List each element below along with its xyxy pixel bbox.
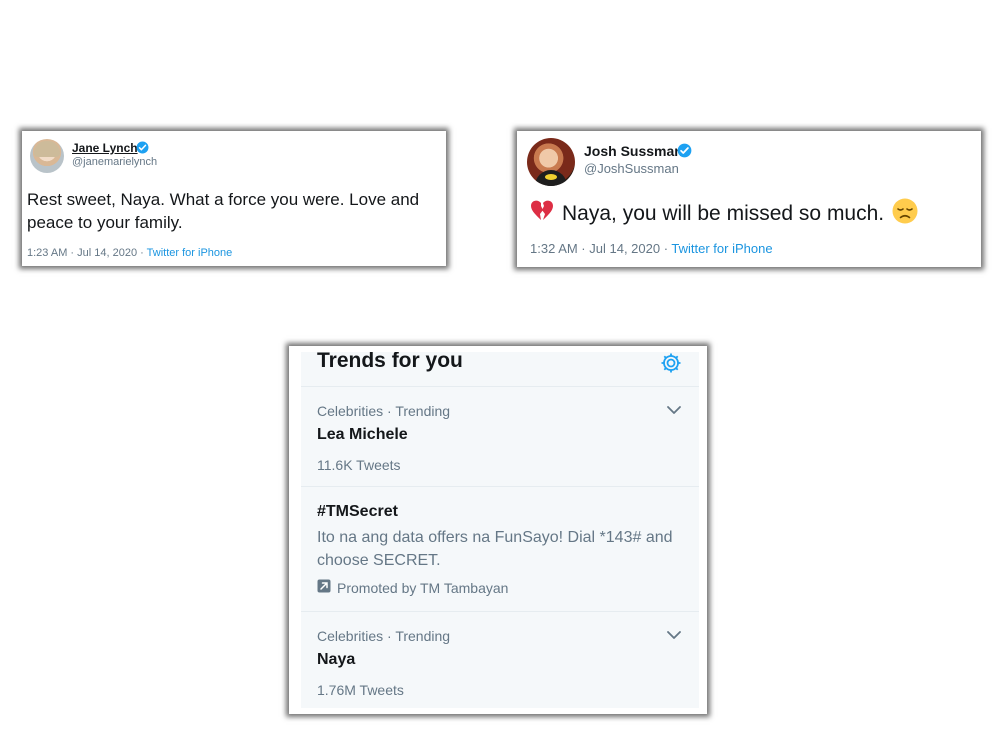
tweet-card-josh-sussman[interactable]: Josh Sussman @JoshSussman Naya, you will…: [517, 131, 981, 267]
verified-badge-icon: [677, 143, 692, 163]
author-name[interactable]: Jane Lynch: [72, 141, 138, 155]
tweet-card-jane-lynch[interactable]: Jane Lynch @janemarielynch Rest sweet, N…: [22, 131, 446, 266]
chevron-down-icon[interactable]: [666, 403, 682, 421]
disappointed-face-icon: [892, 198, 918, 229]
trend-count: 11.6K Tweets: [317, 457, 401, 473]
trend-count: 1.76M Tweets: [317, 682, 404, 698]
author-handle[interactable]: @JoshSussman: [584, 161, 679, 176]
trend-category: Celebrities · Trending: [317, 628, 451, 644]
promoted-label: Promoted by TM Tambayan: [317, 579, 508, 596]
trend-description: Ito na ang data offers na FunSayo! Dial …: [317, 529, 673, 569]
promoted-text: Promoted by TM Tambayan: [337, 579, 509, 596]
tweet-text: Rest sweet, Naya. What a force you were.…: [27, 190, 420, 232]
tweet-timestamp[interactable]: 1:23 AM · Jul 14, 2020 ·: [27, 247, 147, 259]
avatar[interactable]: [527, 138, 575, 186]
trends-title: Trends for you: [317, 352, 463, 372]
gear-icon[interactable]: [659, 352, 683, 380]
tweet-text: Naya, you will be missed so much.: [562, 201, 885, 225]
trends-list: Trends for you Celebrities · Trending Le…: [301, 352, 699, 708]
tweet-timestamp[interactable]: 1:32 AM · Jul 14, 2020 ·: [530, 241, 671, 256]
promoted-icon: [317, 579, 331, 596]
trends-panel: Trends for you Celebrities · Trending Le…: [289, 346, 707, 714]
trends-header: Trends for you: [301, 352, 699, 387]
tweet-meta: 1:32 AM · Jul 14, 2020 · Twitter for iPh…: [530, 241, 773, 256]
trend-name[interactable]: Lea Michele: [317, 426, 408, 444]
trend-category: Celebrities · Trending: [317, 403, 451, 419]
broken-heart-icon: [530, 200, 554, 227]
tweet-source-link[interactable]: Twitter for iPhone: [147, 247, 233, 259]
tweet-meta: 1:23 AM · Jul 14, 2020 · Twitter for iPh…: [27, 247, 232, 259]
trend-item-lea-michele[interactable]: Celebrities · Trending Lea Michele 11.6K…: [301, 387, 699, 487]
trend-item-naya[interactable]: Celebrities · Trending Naya 1.76M Tweets: [301, 612, 699, 708]
author-handle[interactable]: @janemarielynch: [72, 156, 157, 168]
trend-name[interactable]: #TMSecret: [317, 503, 398, 521]
author-name[interactable]: Josh Sussman: [584, 143, 683, 159]
tweet-source-link[interactable]: Twitter for iPhone: [671, 241, 772, 256]
trend-name[interactable]: Naya: [317, 651, 355, 669]
avatar[interactable]: [30, 139, 64, 173]
tweet-text-row: Naya, you will be missed so much.: [530, 198, 918, 229]
chevron-down-icon[interactable]: [666, 628, 682, 646]
trend-item-tmsecret[interactable]: #TMSecret Ito na ang data offers na FunS…: [301, 487, 699, 612]
